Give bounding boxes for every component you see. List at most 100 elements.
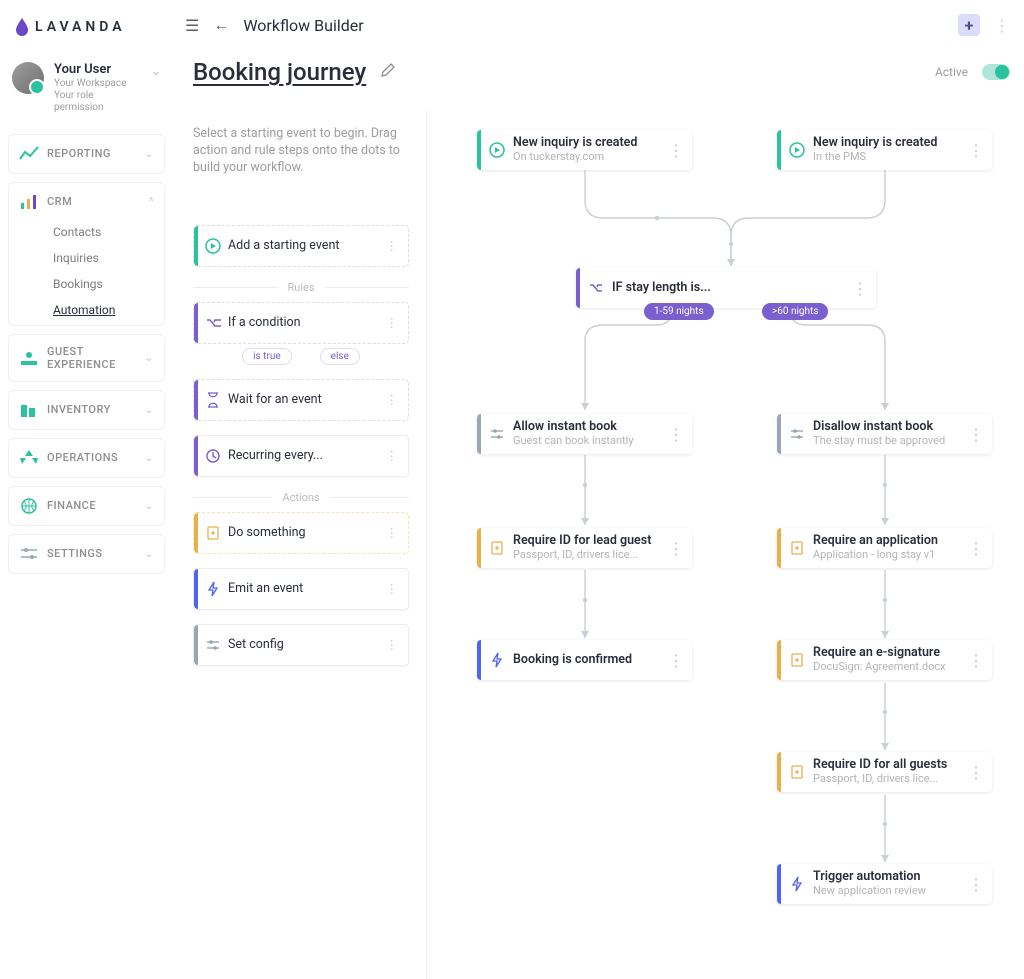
active-label: Active	[935, 65, 968, 79]
palette-rules-heading: Rules	[193, 281, 409, 294]
kebab-icon[interactable]: ⋮	[960, 763, 992, 782]
node-trigger[interactable]: Trigger automationNew application review…	[777, 864, 992, 904]
node-allow[interactable]: Allow instant bookGuest can book instant…	[477, 414, 692, 454]
bars-icon	[19, 193, 39, 211]
brand-name: LAVANDA	[35, 19, 126, 35]
avatar	[12, 62, 44, 94]
clipboard-plus-icon	[781, 540, 813, 556]
kebab-icon[interactable]: ⋮	[376, 392, 409, 408]
pill-true: is true	[242, 348, 292, 365]
kebab-icon[interactable]: ⋮	[844, 279, 876, 298]
drop-icon	[15, 18, 29, 36]
palette-start[interactable]: Add a starting event ⋮	[193, 225, 409, 267]
kebab-icon[interactable]: ⋮	[660, 425, 692, 444]
kebab-icon[interactable]: ⋮	[960, 875, 992, 894]
chevron-down-icon: ⌄	[144, 499, 154, 512]
kebab-icon[interactable]: ⋮	[376, 637, 409, 653]
workflow-canvas[interactable]: New inquiry is created On tuckerstay.com…	[440, 110, 1024, 979]
concierge-icon	[19, 349, 39, 367]
nav-crm-contacts[interactable]: Contacts	[9, 219, 164, 245]
badge-short: 1-59 nights	[644, 303, 714, 320]
nav-inventory[interactable]: INVENTORY ⌄	[9, 393, 164, 427]
clipboard-plus-icon	[481, 540, 513, 556]
nav-finance[interactable]: FINANCE ⌄	[9, 489, 164, 523]
node-start-b[interactable]: New inquiry is created In the PMS ⋮	[777, 130, 992, 170]
clipboard-plus-icon	[781, 652, 813, 668]
active-toggle[interactable]	[982, 64, 1010, 80]
sidebar: Your User Your Workspace Your role permi…	[0, 50, 173, 582]
palette-wait[interactable]: Wait for an event ⋮	[193, 379, 409, 421]
nav-reporting[interactable]: REPORTING ⌄	[9, 137, 164, 171]
node-confirmed[interactable]: Booking is confirmed ⋮	[477, 640, 692, 680]
nav-crm-automation[interactable]: Automation	[9, 297, 164, 323]
palette-if-condition[interactable]: If a condition ⋮	[193, 302, 409, 344]
chevron-up-icon: ^	[149, 195, 154, 208]
kebab-icon[interactable]: ⋮	[960, 141, 992, 160]
kebab-icon[interactable]: ⋮	[376, 238, 409, 254]
workflow-title-row: Booking journey Active	[193, 58, 1010, 86]
palette-divider	[426, 110, 427, 979]
kebab-icon[interactable]: ⋮	[660, 141, 692, 160]
nav-settings[interactable]: SETTINGS ⌄	[9, 537, 164, 571]
palette-actions-heading: Actions	[193, 491, 409, 504]
header-title: Workflow Builder	[243, 16, 363, 35]
kebab-icon[interactable]: ⋮	[960, 425, 992, 444]
nav-guest-experience[interactable]: GUEST EXPERIENCE ⌄	[9, 337, 164, 379]
palette-help: Select a starting event to begin. Drag a…	[193, 126, 409, 177]
sliders-icon	[481, 426, 513, 442]
palette-recurring[interactable]: Recurring every... ⋮	[193, 435, 409, 477]
user-name: Your User	[54, 62, 141, 78]
palette-do-something[interactable]: Do something ⋮	[193, 512, 409, 554]
kebab-icon[interactable]: ⋮	[660, 539, 692, 558]
user-role: Your role permission	[54, 90, 141, 114]
user-meta: Your User Your Workspace Your role permi…	[54, 62, 141, 114]
chevron-down-icon: ⌄	[144, 147, 154, 160]
kebab-icon[interactable]: ⋮	[376, 581, 409, 597]
sliders-icon	[198, 637, 228, 653]
kebab-icon[interactable]: ⋮	[376, 315, 409, 331]
hourglass-icon	[198, 392, 228, 408]
nav-crm[interactable]: CRM ^	[9, 185, 164, 219]
menu-icon[interactable]: ☰	[185, 16, 199, 35]
chevron-down-icon: ⌄	[144, 403, 154, 416]
brand-logo: LAVANDA	[15, 18, 126, 36]
node-id-lead[interactable]: Require ID for lead guestPassport, ID, d…	[477, 528, 692, 568]
recycle-icon	[19, 449, 39, 467]
nav-operations[interactable]: OPERATIONS ⌄	[9, 441, 164, 475]
kebab-icon[interactable]: ⋮	[994, 16, 1010, 35]
chevron-down-icon: ⌄	[151, 62, 161, 78]
workflow-title[interactable]: Booking journey	[193, 58, 366, 86]
clipboard-plus-icon	[198, 525, 228, 541]
back-icon[interactable]: ←	[213, 15, 229, 35]
kebab-icon[interactable]: ⋮	[960, 539, 992, 558]
chevron-down-icon: ⌄	[144, 547, 154, 560]
node-application[interactable]: Require an applicationApplication - long…	[777, 528, 992, 568]
play-icon	[781, 141, 813, 159]
play-icon	[198, 237, 228, 255]
palette-set-config[interactable]: Set config ⋮	[193, 624, 409, 666]
shuffle-icon	[198, 315, 228, 331]
user-workspace: Your Workspace	[54, 78, 141, 90]
pencil-icon[interactable]	[380, 62, 396, 82]
user-summary[interactable]: Your User Your Workspace Your role permi…	[8, 58, 165, 126]
kebab-icon[interactable]: ⋮	[376, 448, 409, 464]
bolt-icon	[481, 652, 513, 668]
chevron-down-icon: ⌄	[144, 451, 154, 464]
pill-else: else	[320, 348, 360, 365]
clock-repeat-icon	[198, 448, 228, 464]
node-id-all[interactable]: Require ID for all guestsPassport, ID, d…	[777, 752, 992, 792]
chart-line-icon	[19, 145, 39, 163]
node-disallow[interactable]: Disallow instant bookThe stay must be ap…	[777, 414, 992, 454]
node-esign[interactable]: Require an e-signatureDocuSign: Agreemen…	[777, 640, 992, 680]
nav-crm-inquiries[interactable]: Inquiries	[9, 245, 164, 271]
palette-emit[interactable]: Emit an event ⋮	[193, 568, 409, 610]
node-condition[interactable]: IF stay length is... ⋮	[576, 268, 876, 308]
bolt-icon	[781, 876, 813, 892]
nav-crm-bookings[interactable]: Bookings	[9, 271, 164, 297]
add-button[interactable]: +	[958, 14, 980, 36]
kebab-icon[interactable]: ⋮	[660, 651, 692, 670]
node-start-a[interactable]: New inquiry is created On tuckerstay.com…	[477, 130, 692, 170]
kebab-icon[interactable]: ⋮	[960, 651, 992, 670]
kebab-icon[interactable]: ⋮	[376, 525, 409, 541]
badge-long: >60 nights	[762, 303, 828, 320]
